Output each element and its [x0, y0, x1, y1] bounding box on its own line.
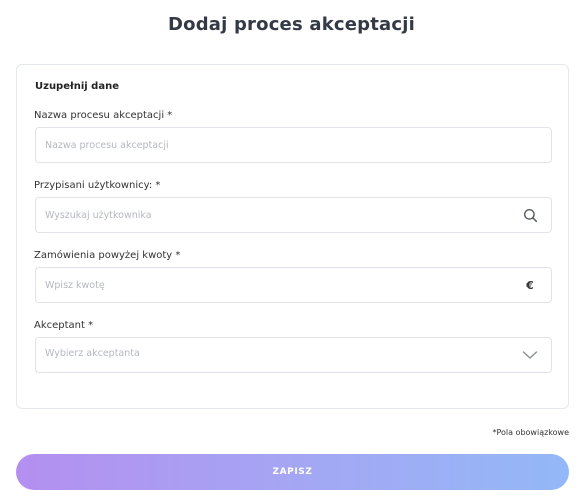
process-name-input[interactable]	[45, 128, 505, 162]
page: Dodaj proces akceptacji Uzupełnij dane N…	[0, 0, 583, 500]
required-fields-note: *Pola obowiązkowe	[492, 428, 569, 437]
order-amount-label: Zamówienia powyżej kwoty *	[34, 250, 181, 261]
approver-label: Akceptant *	[34, 320, 94, 331]
user-search-input[interactable]	[45, 198, 505, 232]
chevron-down-icon[interactable]	[521, 346, 539, 364]
page-title: Dodaj proces akceptacji	[167, 14, 415, 35]
euro-currency-icon: €	[521, 276, 539, 294]
approver-select[interactable]: Wybierz akceptanta	[35, 337, 552, 373]
assigned-users-label: Przypisani użytkownicy: *	[34, 180, 161, 191]
search-icon[interactable]	[521, 206, 539, 224]
process-name-field[interactable]	[35, 127, 552, 163]
form-card: Uzupełnij dane Nazwa procesu akceptacji …	[16, 64, 569, 409]
process-name-label: Nazwa procesu akceptacji *	[34, 110, 173, 121]
approver-select-placeholder: Wybierz akceptanta	[45, 348, 140, 359]
assigned-users-field[interactable]	[35, 197, 552, 233]
currency-symbol: €	[526, 278, 534, 292]
amount-input[interactable]	[45, 268, 505, 302]
order-amount-field[interactable]: €	[35, 267, 552, 303]
save-button[interactable]: ZAPISZ	[16, 454, 569, 490]
section-heading: Uzupełnij dane	[35, 81, 119, 92]
